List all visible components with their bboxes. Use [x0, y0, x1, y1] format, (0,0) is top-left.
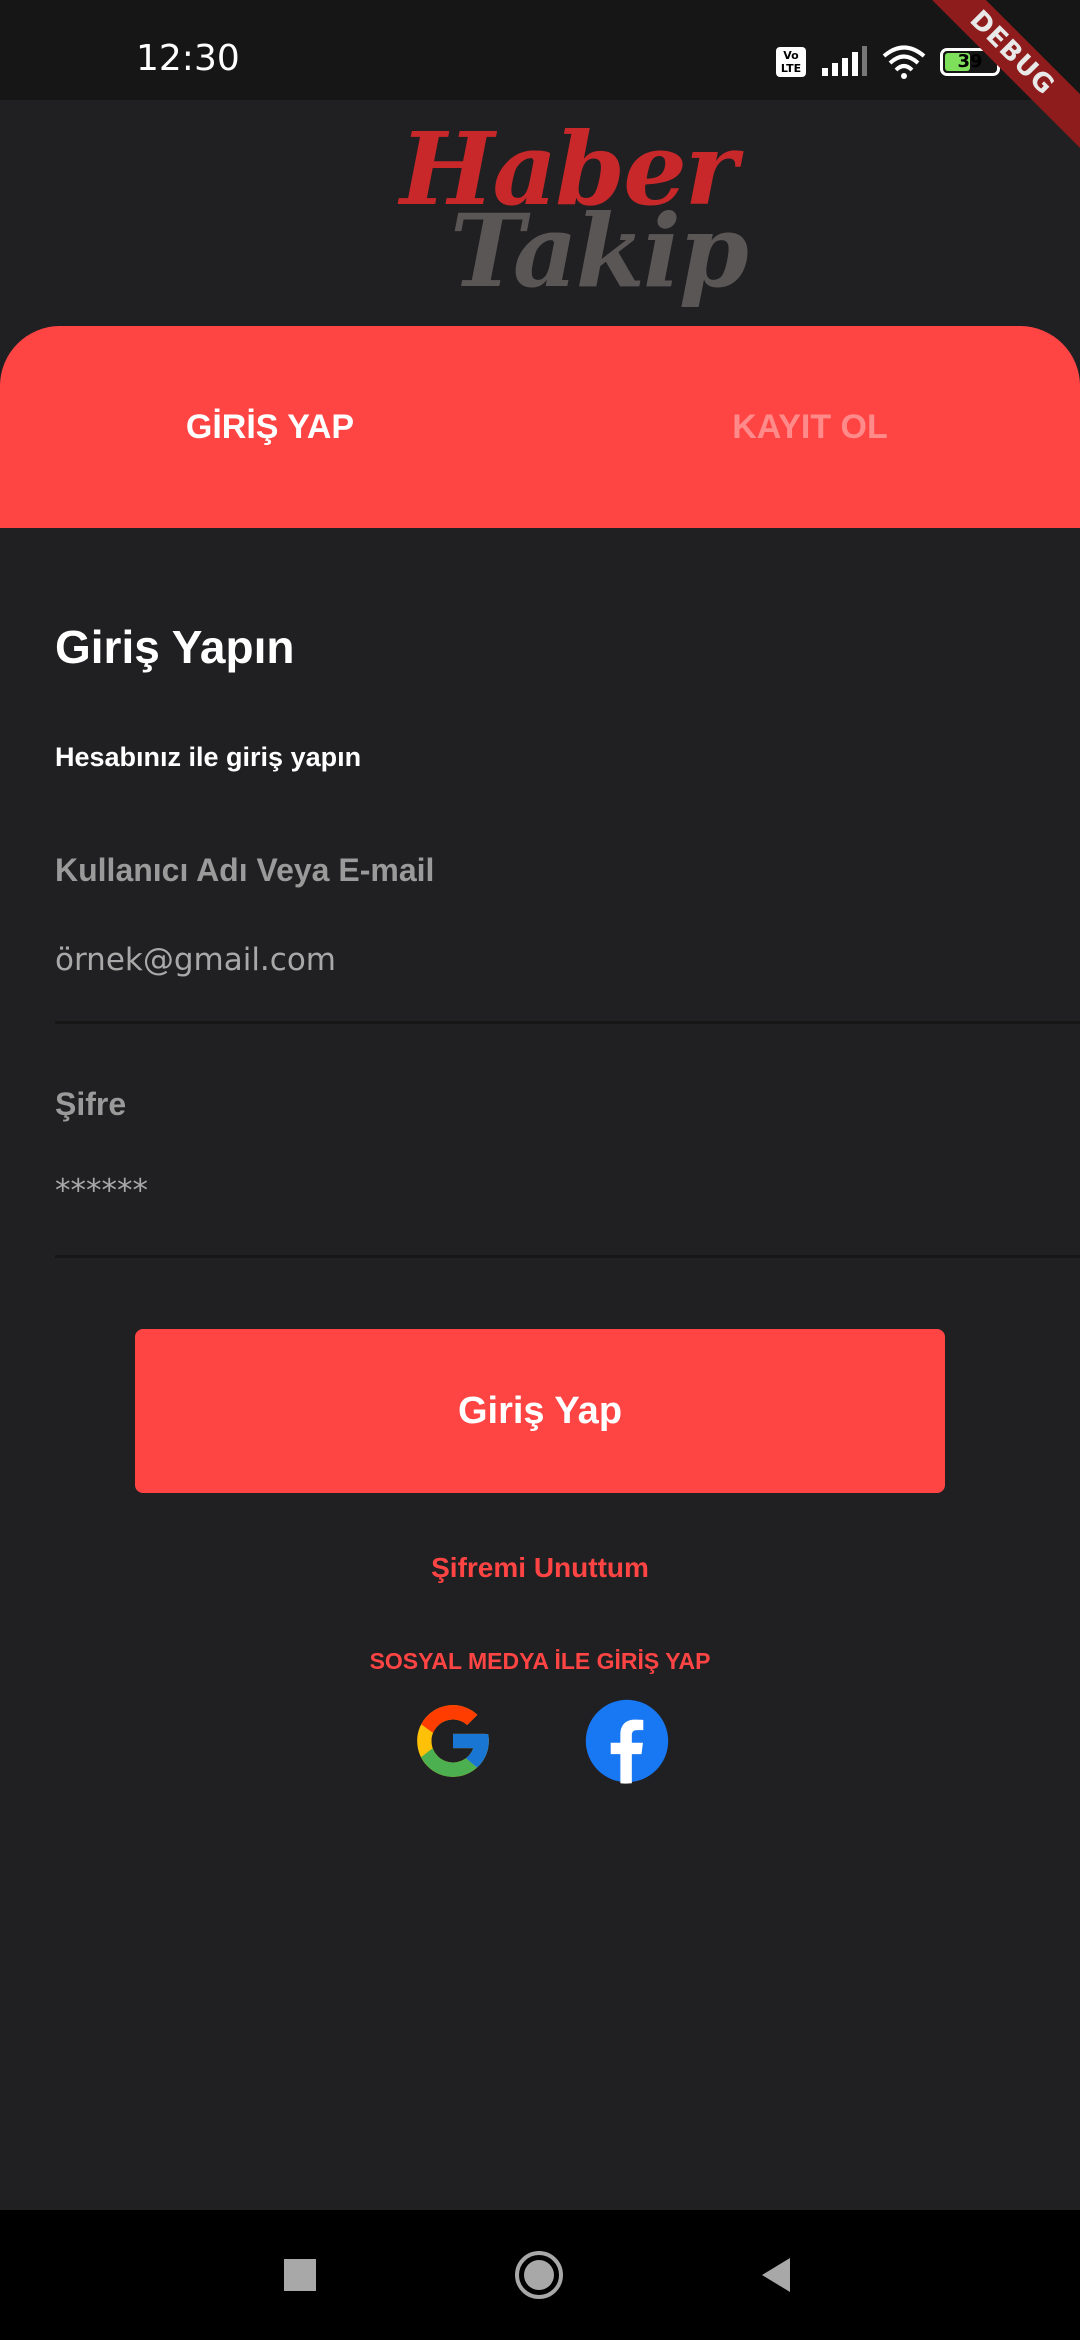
tab-login[interactable]: GİRİŞ YAP — [0, 326, 540, 528]
recents-square-icon[interactable] — [275, 2250, 325, 2300]
username-underline — [55, 1021, 1080, 1024]
login-button[interactable]: Giriş Yap — [135, 1329, 945, 1493]
password-input[interactable] — [55, 1156, 1080, 1226]
facebook-icon[interactable] — [584, 1698, 670, 1784]
form-title: Giriş Yapın — [55, 621, 295, 673]
system-nav-bar — [0, 2210, 1080, 2340]
status-time: 12:30 — [136, 38, 240, 79]
status-icons: Vo LTE 39 — [776, 42, 1005, 82]
password-label: Şifre — [55, 1086, 127, 1122]
home-circle-icon[interactable] — [514, 2250, 564, 2300]
google-icon[interactable] — [410, 1698, 496, 1784]
status-bar: 12:30 Vo LTE 39 DEBUG — [0, 0, 1080, 159]
auth-tab-bar: GİRİŞ YAP KAYIT OL — [0, 326, 1080, 528]
wifi-icon — [882, 45, 926, 79]
password-underline — [55, 1255, 1080, 1258]
app-logo: Haber Takip — [0, 110, 1080, 310]
username-input[interactable] — [55, 925, 1080, 995]
back-triangle-icon[interactable] — [752, 2250, 802, 2300]
tab-register[interactable]: KAYIT OL — [540, 326, 1080, 528]
logo-line-takip: Takip — [450, 192, 749, 310]
form-subtitle: Hesabınız ile giriş yapın — [55, 742, 362, 772]
volte-icon: Vo LTE — [776, 47, 806, 77]
username-label: Kullanıcı Adı Veya E-mail — [55, 852, 435, 888]
forgot-password-link[interactable]: Şifremi Unuttum — [0, 1552, 1080, 1584]
signal-icon — [822, 46, 867, 76]
social-login-title: SOSYAL MEDYA İLE GİRİŞ YAP — [369, 1648, 711, 1674]
